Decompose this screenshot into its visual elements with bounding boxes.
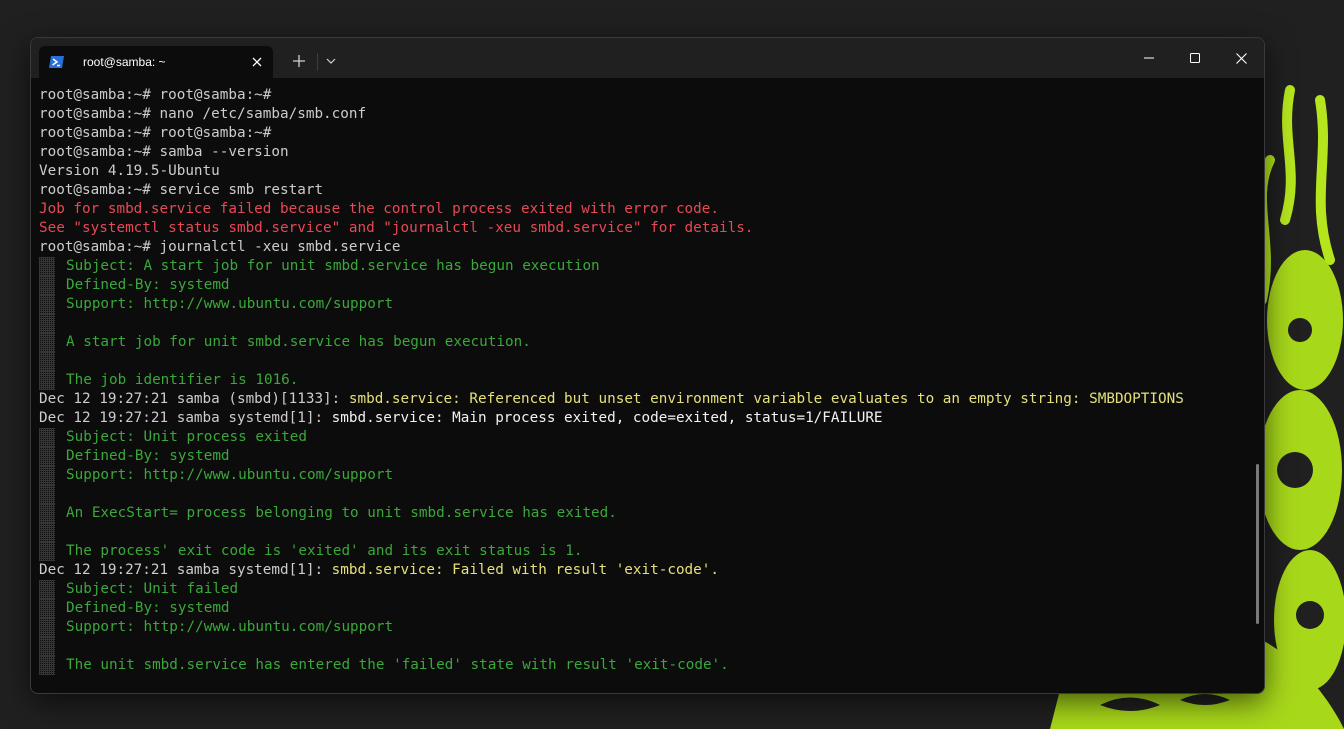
journal-gutter — [39, 656, 55, 675]
terminal-line — [39, 485, 1244, 504]
terminal-text: Defined-By: systemd — [66, 600, 230, 616]
terminal-line: root@samba:~# root@samba:~# — [39, 124, 1244, 143]
terminal-text: A start job for unit smbd.service has be… — [66, 334, 531, 350]
terminal-line: Support: http://www.ubuntu.com/support — [39, 466, 1244, 485]
tab-root-samba[interactable]: root@samba: ~ — [39, 46, 273, 78]
close-icon[interactable] — [1218, 38, 1264, 78]
journal-gutter — [39, 523, 55, 542]
journal-gutter — [39, 333, 55, 352]
terminal-text: Dec 12 19:27:21 samba systemd[1]: — [39, 410, 332, 426]
terminal-line — [39, 523, 1244, 542]
journal-gutter — [39, 276, 55, 295]
tab-title: root@samba: ~ — [83, 55, 166, 69]
terminal-text: Dec 12 19:27:21 samba (smbd)[1133]: — [39, 391, 349, 407]
terminal-text: root@samba:~# service smb restart — [39, 182, 324, 198]
terminal-window: root@samba: ~ root@samba:~# root@samba:~… — [30, 37, 1265, 694]
title-bar: root@samba: ~ — [31, 38, 1264, 78]
close-tab-icon[interactable] — [249, 54, 265, 70]
terminal-text: Support: http://www.ubuntu.com/support — [66, 467, 394, 483]
terminal-text: Support: http://www.ubuntu.com/support — [66, 619, 394, 635]
terminal-line: Defined-By: systemd — [39, 276, 1244, 295]
terminal-line: An ExecStart= process belonging to unit … — [39, 504, 1244, 523]
terminal-output[interactable]: root@samba:~# root@samba:~# root@samba:~#… — [39, 86, 1244, 686]
terminal-text: The job identifier is 1016. — [66, 372, 299, 388]
journal-gutter — [39, 466, 55, 485]
terminal-line: root@samba:~# journalctl -xeu smbd.servi… — [39, 238, 1244, 257]
terminal-text: An ExecStart= process belonging to unit … — [66, 505, 617, 521]
journal-gutter — [39, 580, 55, 599]
terminal-line: root@samba:~# service smb restart — [39, 181, 1244, 200]
journal-gutter — [39, 504, 55, 523]
terminal-line: Dec 12 19:27:21 samba systemd[1]: smbd.s… — [39, 409, 1244, 428]
terminal-line: The job identifier is 1016. — [39, 371, 1244, 390]
terminal-text: Dec 12 19:27:21 samba systemd[1]: — [39, 562, 332, 578]
terminal-text: smbd.service: Main process exited, code=… — [331, 410, 883, 426]
terminal-line — [39, 637, 1244, 656]
terminal-line: See "systemctl status smbd.service" and … — [39, 219, 1244, 238]
terminal-text: Subject: Unit failed — [66, 581, 239, 597]
journal-gutter — [39, 599, 55, 618]
terminal-text: root@samba:~# nano /etc/samba/smb.conf — [39, 106, 367, 122]
terminal-text: Support: http://www.ubuntu.com/support — [66, 296, 394, 312]
chevron-down-icon[interactable] — [321, 51, 341, 71]
terminal-text: Defined-By: systemd — [66, 448, 230, 464]
terminal-text: root@samba:~# journalctl -xeu smbd.servi… — [39, 239, 401, 255]
terminal-text: Defined-By: systemd — [66, 277, 230, 293]
terminal-line: The process' exit code is 'exited' and i… — [39, 542, 1244, 561]
journal-gutter — [39, 371, 55, 390]
terminal-text: Subject: A start job for unit smbd.servi… — [66, 258, 600, 274]
terminal-line: Dec 12 19:27:21 samba (smbd)[1133]: smbd… — [39, 390, 1244, 409]
powershell-icon — [49, 55, 65, 69]
terminal-line — [39, 314, 1244, 333]
journal-gutter — [39, 618, 55, 637]
terminal-line: Subject: Unit failed — [39, 580, 1244, 599]
terminal-text: The unit smbd.service has entered the 'f… — [66, 657, 729, 673]
journal-gutter — [39, 447, 55, 466]
journal-gutter — [39, 428, 55, 447]
plus-icon[interactable] — [289, 51, 309, 71]
terminal-line: Defined-By: systemd — [39, 599, 1244, 618]
terminal-text: Job for smbd.service failed because the … — [39, 201, 719, 217]
terminal-line: Version 4.19.5-Ubuntu — [39, 162, 1244, 181]
terminal-line: Dec 12 19:27:21 samba systemd[1]: smbd.s… — [39, 561, 1244, 580]
journal-gutter — [39, 542, 55, 561]
terminal-text: root@samba:~# root@samba:~# — [39, 125, 272, 141]
terminal-line: root@samba:~# nano /etc/samba/smb.conf — [39, 105, 1244, 124]
journal-gutter — [39, 314, 55, 333]
terminal-text: root@samba:~# samba --version — [39, 144, 289, 160]
journal-gutter — [39, 257, 55, 276]
scrollbar-thumb[interactable] — [1256, 464, 1259, 624]
journal-gutter — [39, 637, 55, 656]
tab-separator — [317, 53, 318, 71]
terminal-text: Subject: Unit process exited — [66, 429, 308, 445]
terminal-text: root@samba:~# root@samba:~# — [39, 87, 272, 103]
terminal-line: Defined-By: systemd — [39, 447, 1244, 466]
terminal-text: The process' exit code is 'exited' and i… — [66, 543, 583, 559]
terminal-text: See "systemctl status smbd.service" and … — [39, 220, 754, 236]
terminal-text: smbd.service: Referenced but unset envir… — [348, 391, 1184, 407]
minimize-icon[interactable] — [1126, 38, 1172, 78]
journal-gutter — [39, 352, 55, 371]
terminal-line: root@samba:~# samba --version — [39, 143, 1244, 162]
terminal-line: Job for smbd.service failed because the … — [39, 200, 1244, 219]
terminal-text: smbd.service: Failed with result 'exit-c… — [331, 562, 719, 578]
terminal-line: The unit smbd.service has entered the 'f… — [39, 656, 1244, 675]
terminal-line: root@samba:~# root@samba:~# — [39, 86, 1244, 105]
journal-gutter — [39, 485, 55, 504]
terminal-line: Subject: Unit process exited — [39, 428, 1244, 447]
maximize-icon[interactable] — [1172, 38, 1218, 78]
terminal-line — [39, 352, 1244, 371]
terminal-line: Support: http://www.ubuntu.com/support — [39, 618, 1244, 637]
journal-gutter — [39, 295, 55, 314]
terminal-text: Version 4.19.5-Ubuntu — [39, 163, 220, 179]
terminal-line: Support: http://www.ubuntu.com/support — [39, 295, 1244, 314]
terminal-line: A start job for unit smbd.service has be… — [39, 333, 1244, 352]
terminal-line: Subject: A start job for unit smbd.servi… — [39, 257, 1244, 276]
